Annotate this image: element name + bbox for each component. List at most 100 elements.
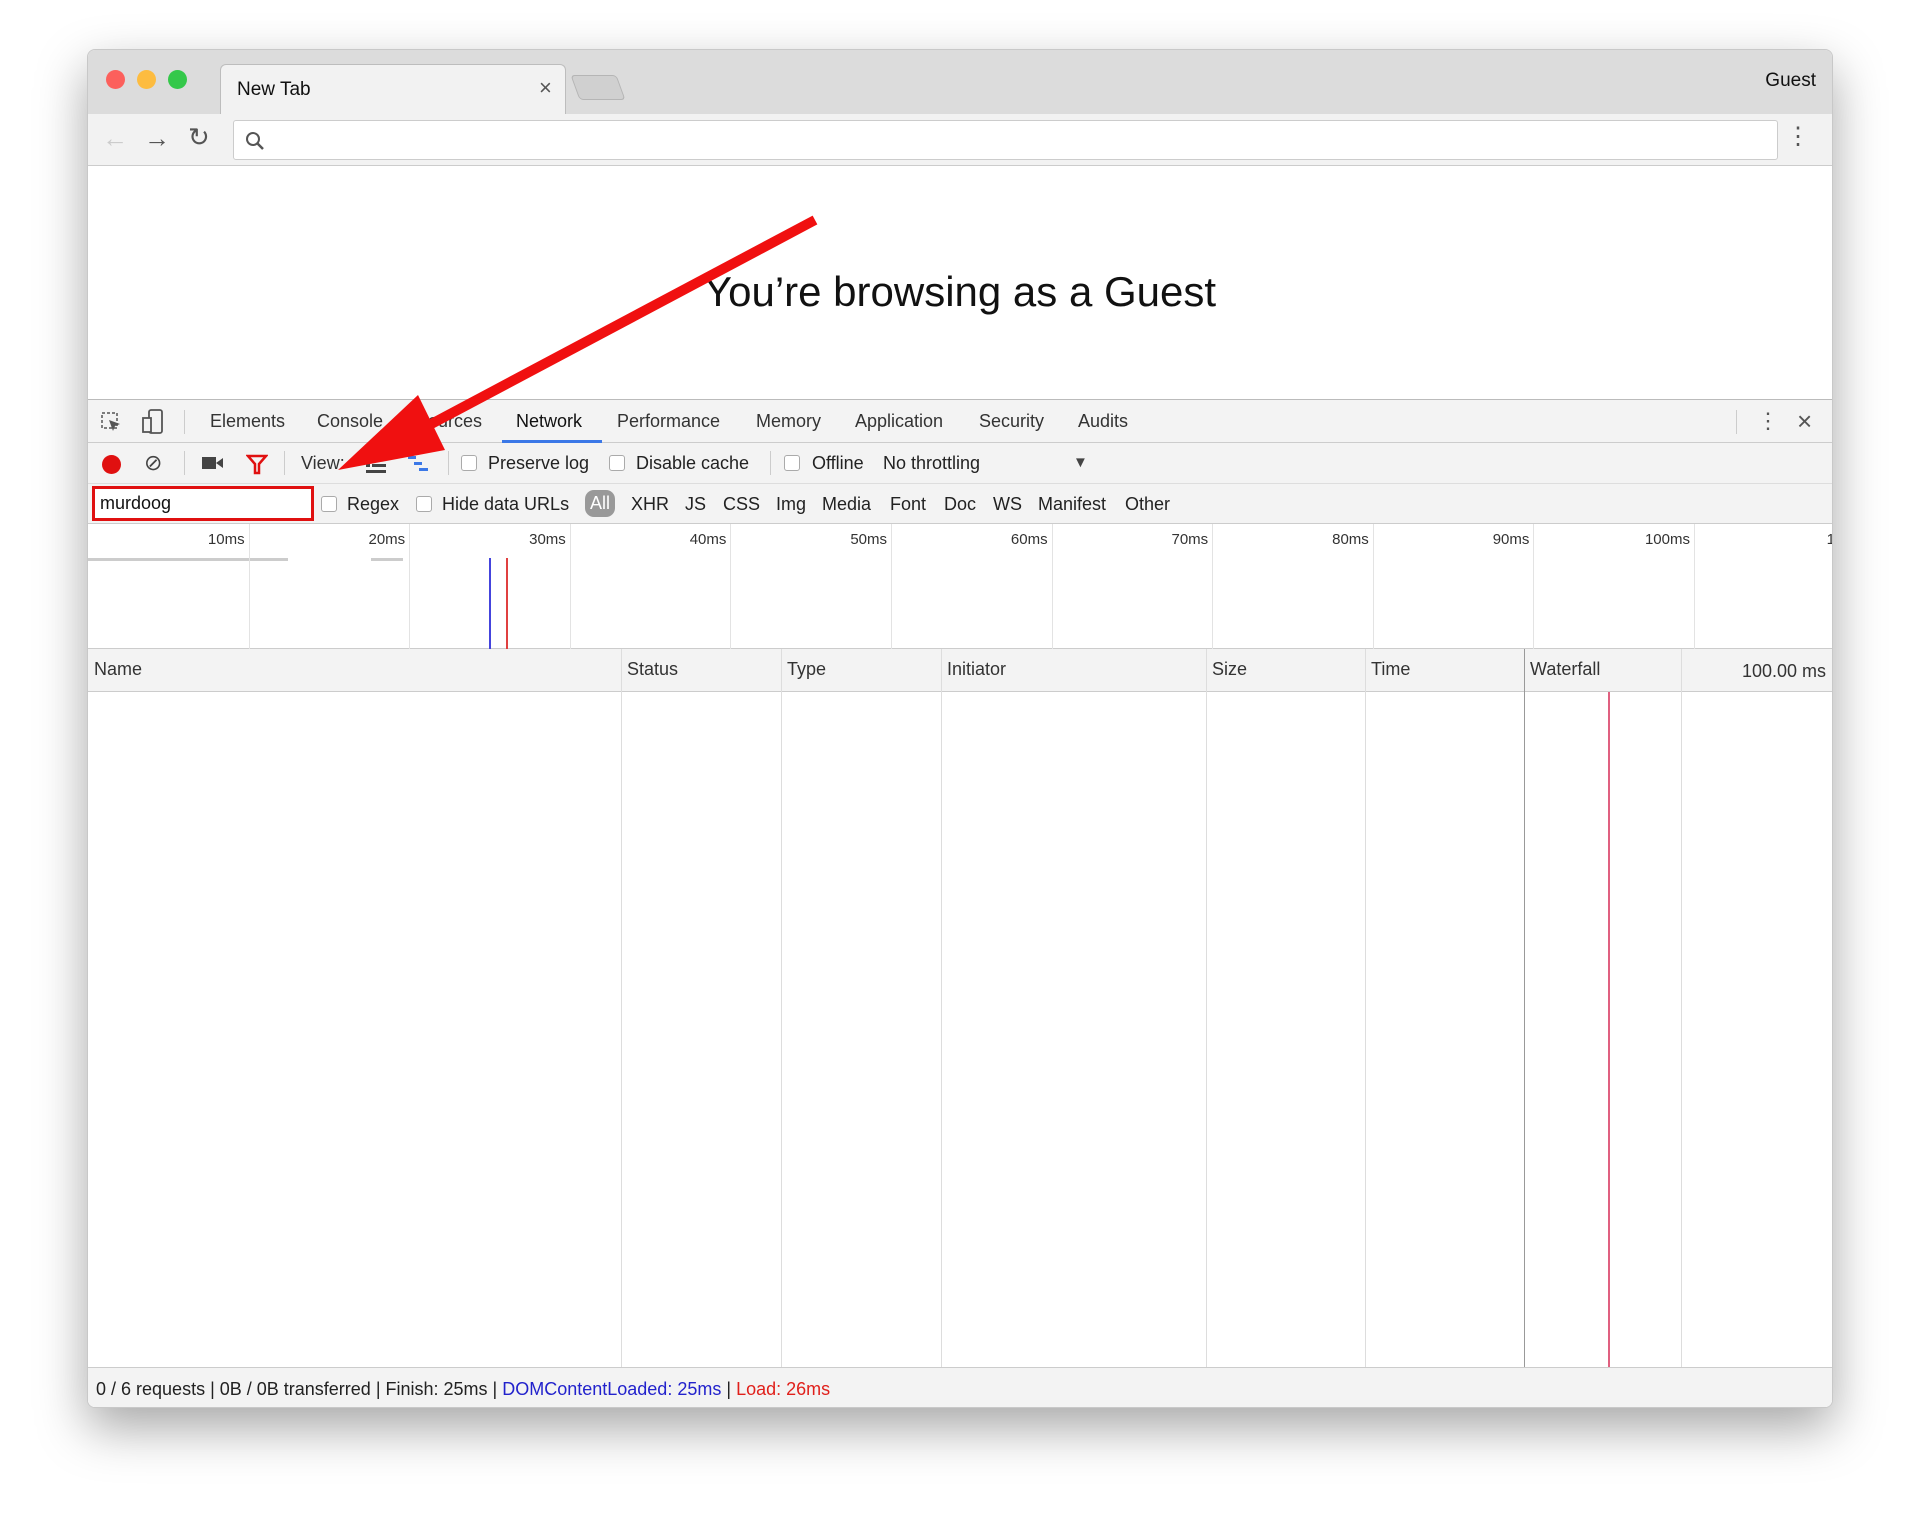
- menu-kebab-icon[interactable]: ⋮: [1786, 122, 1810, 151]
- tab-title: New Tab: [237, 79, 311, 101]
- network-overview[interactable]: 10ms 20ms 30ms 40ms 50ms 60ms 70ms 80ms 90ms 100m…: [88, 524, 1832, 649]
- filter-bar: murdoog Regex Hide data URLs All XHR JS …: [88, 484, 1832, 524]
- tab-console[interactable]: Console: [317, 411, 383, 432]
- overview-gridline: [249, 524, 250, 649]
- overview-tick-label: 60ms: [988, 531, 1048, 548]
- waterfall-load-line: [1608, 692, 1610, 1367]
- type-filter-other[interactable]: Other: [1125, 494, 1170, 515]
- preserve-log-checkbox[interactable]: [461, 455, 477, 471]
- type-filter-js[interactable]: JS: [685, 494, 706, 515]
- clear-icon[interactable]: ⊘: [144, 450, 162, 476]
- tab-network[interactable]: Network: [516, 411, 582, 432]
- new-tab-button[interactable]: [570, 75, 625, 100]
- column-status[interactable]: Status: [627, 659, 678, 680]
- type-filter-all[interactable]: All: [585, 490, 615, 517]
- device-toolbar-icon[interactable]: [142, 409, 164, 435]
- offline-checkbox[interactable]: [784, 455, 800, 471]
- close-window-button[interactable]: [106, 70, 125, 89]
- devtools-panel: Elements Console Sources Network Perform…: [88, 399, 1832, 1408]
- browser-tab[interactable]: New Tab ×: [220, 64, 566, 116]
- overview-tick-label: 40ms: [666, 531, 726, 548]
- tab-audits[interactable]: Audits: [1078, 411, 1128, 432]
- tab-sources[interactable]: Sources: [416, 411, 482, 432]
- type-filter-font[interactable]: Font: [890, 494, 926, 515]
- column-name[interactable]: Name: [94, 659, 142, 680]
- overview-gridline: [1212, 524, 1213, 649]
- overview-gridline: [1373, 524, 1374, 649]
- type-filter-xhr[interactable]: XHR: [631, 494, 669, 515]
- large-rows-icon[interactable]: [364, 454, 388, 474]
- minimize-window-button[interactable]: [137, 70, 156, 89]
- chevron-down-icon: ▼: [1073, 454, 1088, 471]
- profile-label[interactable]: Guest: [1765, 70, 1816, 92]
- back-icon[interactable]: ←: [102, 123, 128, 154]
- tab-memory[interactable]: Memory: [756, 411, 821, 432]
- overview-tick-label: 70ms: [1148, 531, 1208, 548]
- column-divider[interactable]: [1681, 649, 1682, 1367]
- devtools-menu-icon[interactable]: ⋮: [1757, 408, 1779, 434]
- tab-performance[interactable]: Performance: [617, 411, 720, 432]
- capture-screenshots-icon[interactable]: [202, 455, 224, 471]
- inspect-element-icon[interactable]: [100, 411, 122, 433]
- network-status-bar: 0 / 6 requests | 0B / 0B transferred | F…: [88, 1367, 1832, 1408]
- close-tab-icon[interactable]: ×: [539, 75, 552, 101]
- waterfall-scale[interactable]: 100.00 ms: [1742, 661, 1826, 682]
- preserve-log-label: Preserve log: [488, 453, 589, 474]
- overview-tick-label: 20ms: [345, 531, 405, 548]
- browser-toolbar: ← → ↻ ⋮: [88, 114, 1832, 166]
- column-divider[interactable]: [781, 649, 782, 1367]
- offline-label: Offline: [812, 453, 864, 474]
- throttling-select[interactable]: No throttling ▼: [883, 449, 1093, 479]
- overview-gridline: [1533, 524, 1534, 649]
- address-bar[interactable]: [233, 120, 1778, 160]
- status-separator: |: [726, 1379, 731, 1399]
- overview-tick-label: 90ms: [1469, 531, 1529, 548]
- type-filter-manifest[interactable]: Manifest: [1038, 494, 1106, 515]
- forward-icon[interactable]: →: [144, 123, 170, 154]
- column-waterfall[interactable]: Waterfall: [1530, 659, 1600, 680]
- overview-tick-label: 110: [1791, 531, 1833, 548]
- record-button[interactable]: [102, 455, 121, 474]
- disable-cache-checkbox[interactable]: [609, 455, 625, 471]
- type-filter-img[interactable]: Img: [776, 494, 806, 515]
- overview-tick-label: 30ms: [506, 531, 566, 548]
- column-time[interactable]: Time: [1371, 659, 1410, 680]
- filter-input[interactable]: murdoog: [92, 486, 314, 521]
- column-divider[interactable]: [1524, 649, 1525, 1367]
- overview-tick-label: 100ms: [1630, 531, 1690, 548]
- reload-icon[interactable]: ↻: [188, 122, 210, 153]
- overview-icon[interactable]: [406, 454, 430, 474]
- column-divider[interactable]: [621, 649, 622, 1367]
- status-load: Load: 26ms: [736, 1379, 830, 1399]
- overview-gridline: [1052, 524, 1053, 649]
- type-filter-css[interactable]: CSS: [723, 494, 760, 515]
- tab-strip: New Tab × Guest: [88, 50, 1832, 114]
- type-filter-media[interactable]: Media: [822, 494, 871, 515]
- overview-tick-label: 10ms: [185, 531, 245, 548]
- tab-application[interactable]: Application: [855, 411, 943, 432]
- tab-elements[interactable]: Elements: [210, 411, 285, 432]
- column-divider[interactable]: [1365, 649, 1366, 1367]
- regex-checkbox[interactable]: [321, 496, 337, 512]
- status-summary: 0 / 6 requests | 0B / 0B transferred | F…: [96, 1379, 497, 1399]
- maximize-window-button[interactable]: [168, 70, 187, 89]
- dcl-marker: [489, 558, 491, 649]
- overview-gridline: [730, 524, 731, 649]
- type-filter-doc[interactable]: Doc: [944, 494, 976, 515]
- throttling-value: No throttling: [883, 453, 980, 474]
- filter-icon[interactable]: [246, 453, 268, 475]
- tab-security[interactable]: Security: [979, 411, 1044, 432]
- column-divider[interactable]: [1206, 649, 1207, 1367]
- column-initiator[interactable]: Initiator: [947, 659, 1006, 680]
- hide-data-urls-checkbox[interactable]: [416, 496, 432, 512]
- devtools-tabs: Elements Console Sources Network Perform…: [88, 400, 1832, 443]
- close-devtools-icon[interactable]: ×: [1797, 406, 1812, 437]
- column-divider[interactable]: [941, 649, 942, 1367]
- column-type[interactable]: Type: [787, 659, 826, 680]
- overview-gridline: [570, 524, 571, 649]
- type-filter-ws[interactable]: WS: [993, 494, 1022, 515]
- overview-tick-label: 80ms: [1309, 531, 1369, 548]
- column-size[interactable]: Size: [1212, 659, 1247, 680]
- browser-window: New Tab × Guest ← → ↻ ⋮ You’re browsing …: [87, 49, 1833, 1408]
- overview-tick-label: 50ms: [827, 531, 887, 548]
